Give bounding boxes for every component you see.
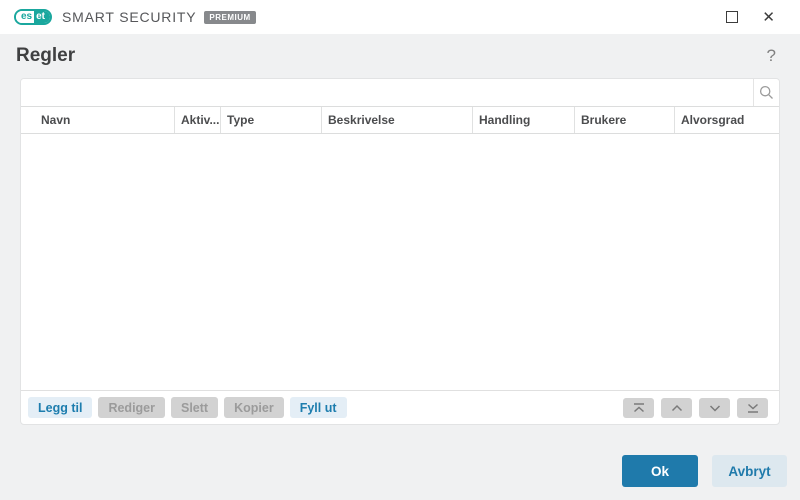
- column-header-type[interactable]: Type: [220, 107, 321, 133]
- edit-button[interactable]: Rediger: [98, 397, 165, 418]
- rules-panel: Navn Aktiv... Type Beskrivelse Handling …: [20, 78, 780, 425]
- help-icon[interactable]: ?: [767, 46, 776, 66]
- move-buttons: [623, 397, 772, 418]
- move-down-icon[interactable]: [699, 397, 730, 418]
- page-title: Regler: [16, 45, 76, 66]
- column-header-handling[interactable]: Handling: [472, 107, 574, 133]
- window-controls: ✕: [726, 10, 800, 25]
- cancel-button[interactable]: Avbryt: [712, 455, 787, 487]
- eset-logo: es et: [14, 9, 53, 25]
- column-header-beskrivelse[interactable]: Beskrivelse: [321, 107, 472, 133]
- search-row: [21, 79, 779, 106]
- toolbar: Legg til Rediger Slett Kopier Fyll ut: [21, 390, 779, 424]
- title-bar: es et SMART SECURITY PREMIUM ✕: [0, 0, 800, 34]
- move-top-icon[interactable]: [623, 397, 654, 418]
- copy-button[interactable]: Kopier: [224, 397, 284, 418]
- maximize-icon[interactable]: [726, 11, 739, 23]
- table-header: Navn Aktiv... Type Beskrivelse Handling …: [21, 106, 779, 134]
- column-header-navn[interactable]: Navn: [21, 107, 174, 133]
- close-icon[interactable]: ✕: [762, 10, 775, 25]
- search-input[interactable]: [21, 79, 753, 106]
- eset-logo-right: et: [34, 11, 51, 23]
- table-body-empty: [21, 134, 779, 390]
- heading-row: Regler ?: [0, 34, 800, 78]
- premium-badge: PREMIUM: [204, 10, 256, 24]
- column-header-alvorsgrad[interactable]: Alvorsgrad: [674, 107, 779, 133]
- add-button[interactable]: Legg til: [28, 397, 93, 418]
- move-bottom-icon[interactable]: [737, 397, 768, 418]
- fill-button[interactable]: Fyll ut: [289, 397, 347, 418]
- column-header-brukere[interactable]: Brukere: [574, 107, 674, 133]
- move-up-icon[interactable]: [661, 397, 692, 418]
- eset-logo-left: es: [16, 11, 35, 23]
- delete-button[interactable]: Slett: [171, 397, 219, 418]
- search-icon[interactable]: [753, 79, 779, 106]
- column-header-aktiv[interactable]: Aktiv...: [174, 107, 220, 133]
- ok-button[interactable]: Ok: [622, 455, 698, 487]
- brand-name: SMART SECURITY: [62, 9, 197, 25]
